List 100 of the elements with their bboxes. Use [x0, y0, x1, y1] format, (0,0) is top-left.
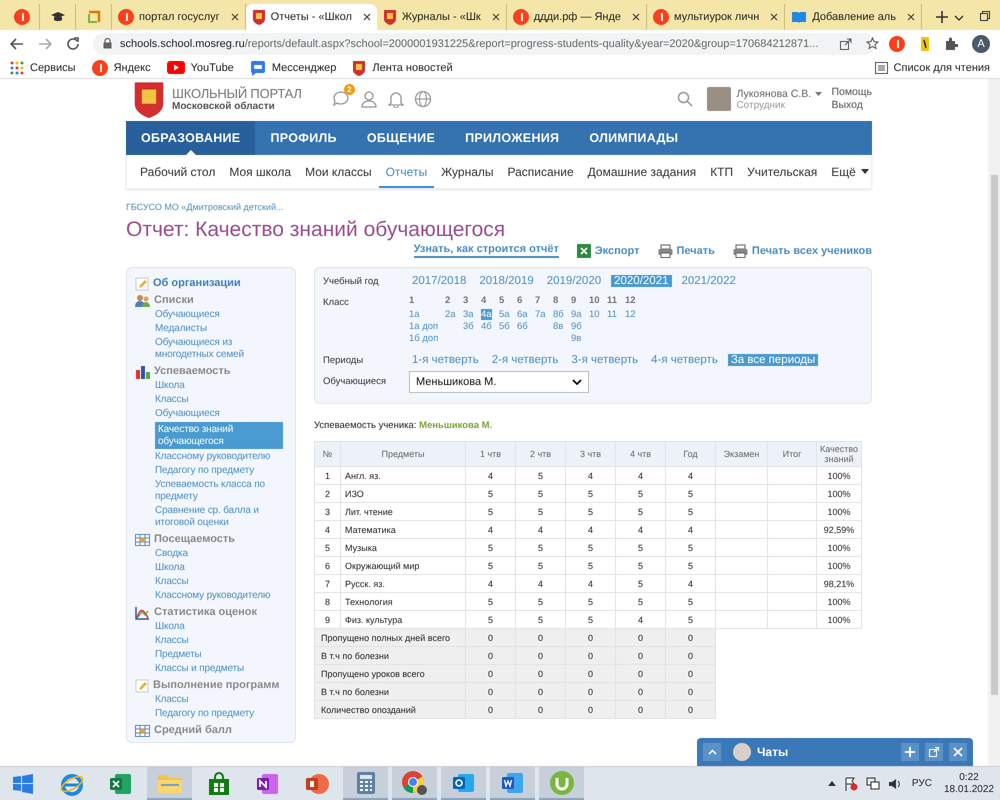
back-arrow-icon[interactable]: [10, 38, 24, 50]
class-link[interactable]: 9а: [571, 309, 582, 320]
year-option[interactable]: 2017/2018: [409, 274, 470, 286]
sidebar-item[interactable]: Классы: [155, 393, 189, 407]
close-icon[interactable]: [906, 13, 915, 21]
sidebar-item[interactable]: Классы: [155, 575, 189, 589]
coat-of-arms-icon[interactable]: [132, 80, 166, 118]
sidebar-item[interactable]: Классы и предметы: [155, 662, 244, 676]
year-option[interactable]: 2020/2021: [611, 274, 672, 286]
sidebar-item[interactable]: Сравнение ср. балла и итоговой оценки: [155, 504, 283, 530]
scrollbar[interactable]: [988, 79, 1000, 766]
profile-avatar[interactable]: A: [972, 34, 990, 52]
action-link[interactable]: Печать всех учеников: [732, 243, 872, 258]
sidebar-item[interactable]: Классы: [155, 634, 189, 648]
class-link[interactable]: 1б доп: [409, 333, 438, 344]
sidebar-item[interactable]: Обучающиеся: [155, 308, 220, 322]
sidebar-item[interactable]: Сводка: [155, 547, 188, 561]
action-link[interactable]: Экспорт: [576, 243, 640, 258]
sub-nav-link[interactable]: Учительская: [740, 155, 824, 188]
taskbar-app[interactable]: [392, 767, 437, 800]
extension-icon[interactable]: [919, 36, 931, 50]
sidebar-item[interactable]: Обучающиеся: [155, 407, 220, 421]
class-link[interactable]: 7а: [535, 309, 546, 320]
sidebar-item[interactable]: Педагогу по предмету: [155, 464, 254, 478]
close-icon[interactable]: [770, 13, 778, 21]
bell-icon[interactable]: [388, 90, 404, 108]
header-link[interactable]: Помощь: [831, 86, 872, 99]
reload-icon[interactable]: [66, 37, 79, 50]
restore-window-icon[interactable]: [980, 11, 990, 21]
browser-tab[interactable]: Отчеты - «Школ: [246, 4, 377, 30]
period-option[interactable]: 1-я четверть: [409, 354, 482, 366]
class-link[interactable]: 9в: [571, 333, 582, 344]
nav-tab[interactable]: ОБРАЗОВАНИЕ: [126, 121, 256, 155]
action-link[interactable]: Печать: [658, 243, 715, 258]
scrollbar-thumb[interactable]: [990, 175, 998, 695]
speaker-icon[interactable]: [888, 776, 902, 790]
class-link[interactable]: 8в: [553, 321, 564, 332]
sidebar-section-title[interactable]: Статистика оценок: [135, 605, 289, 620]
sidebar-item[interactable]: Школа: [155, 620, 185, 634]
sidebar-item[interactable]: Обучающиеся из многодетных семей: [155, 336, 283, 362]
class-link[interactable]: 10: [589, 309, 600, 320]
clock-date[interactable]: 18.01.2022: [944, 784, 994, 796]
period-option[interactable]: За все периоды: [728, 354, 818, 366]
close-icon[interactable]: [632, 13, 640, 21]
clock-time[interactable]: 0:22: [944, 772, 994, 784]
popout-button[interactable]: [925, 743, 943, 761]
sub-nav-link[interactable]: Расписание: [500, 155, 581, 188]
sidebar-section-title[interactable]: Успеваемость: [135, 364, 289, 379]
chevron-up-icon[interactable]: [828, 781, 836, 786]
sidebar-item[interactable]: Классному руководителю: [155, 589, 270, 603]
class-link[interactable]: 2а: [445, 309, 456, 320]
class-link[interactable]: 3а: [463, 309, 474, 320]
sub-nav-link[interactable]: Домашние задания: [580, 155, 704, 188]
bookmark[interactable]: Лента новостей: [352, 60, 453, 76]
breadcrumb-link[interactable]: ГБСУСО МО «Дмитровский детский...: [126, 202, 872, 212]
puzzle-icon[interactable]: [945, 37, 958, 50]
nav-tab[interactable]: ОЛИМПИАДЫ: [574, 121, 694, 155]
class-link[interactable]: 12: [625, 309, 636, 320]
close-icon[interactable]: [492, 13, 500, 21]
taskbar-app[interactable]: [441, 767, 486, 800]
period-option[interactable]: 3-я четверть: [568, 354, 642, 366]
bookmark[interactable]: Сервисы: [10, 60, 76, 74]
sidebar-section-title[interactable]: Средний балл: [135, 723, 289, 738]
class-link[interactable]: 9б: [571, 321, 582, 332]
chevron-down-icon[interactable]: [954, 15, 964, 21]
sidebar-section-title[interactable]: Посещаемость: [135, 532, 289, 547]
sidebar-item[interactable]: Предметы: [155, 648, 202, 662]
class-link[interactable]: 1а: [409, 309, 420, 320]
star-icon[interactable]: [866, 37, 880, 50]
person-icon[interactable]: [360, 90, 378, 108]
more-menu-button[interactable]: Ещё: [824, 155, 876, 188]
sidebar-item[interactable]: Классному руководителю: [155, 450, 270, 464]
new-tab-icon[interactable]: [936, 11, 948, 23]
class-link[interactable]: 5б: [499, 321, 510, 332]
sidebar-item[interactable]: Школа: [155, 561, 185, 575]
sub-nav-link[interactable]: Мои классы: [298, 155, 379, 188]
sidebar-section-title[interactable]: Об организации: [135, 276, 289, 291]
sidebar-section-title[interactable]: Выполнение программ: [135, 678, 289, 693]
sidebar-item[interactable]: Классы: [155, 693, 189, 707]
sub-nav-link[interactable]: Отчеты: [378, 155, 434, 188]
header-link[interactable]: Выход: [831, 99, 872, 112]
close-button[interactable]: [949, 743, 967, 761]
chat-bubble-icon[interactable]: [332, 90, 350, 108]
nav-tab[interactable]: ОБЩЕНИЕ: [352, 121, 450, 155]
class-link[interactable]: 6а: [517, 309, 528, 320]
sub-nav-link[interactable]: Журналы: [434, 155, 500, 188]
expand-button[interactable]: [703, 743, 721, 761]
sidebar-item[interactable]: Педагогу по предмету: [155, 707, 254, 721]
yandex-icon[interactable]: [889, 36, 905, 52]
class-link[interactable]: 3б: [463, 321, 474, 332]
taskbar-app[interactable]: [490, 767, 535, 800]
sidebar-item[interactable]: Школа: [155, 379, 185, 393]
add-button[interactable]: [901, 743, 919, 761]
sidebar-item[interactable]: Успеваемость класса по предмету: [155, 478, 283, 504]
sub-nav-link[interactable]: Моя школа: [222, 155, 298, 188]
flag-error-icon[interactable]: [844, 776, 858, 790]
sidebar-section-title[interactable]: Списки: [135, 293, 289, 308]
close-icon[interactable]: [362, 13, 371, 21]
reading-list-button[interactable]: Список для чтения: [874, 62, 990, 74]
class-link[interactable]: 5а: [499, 309, 510, 320]
